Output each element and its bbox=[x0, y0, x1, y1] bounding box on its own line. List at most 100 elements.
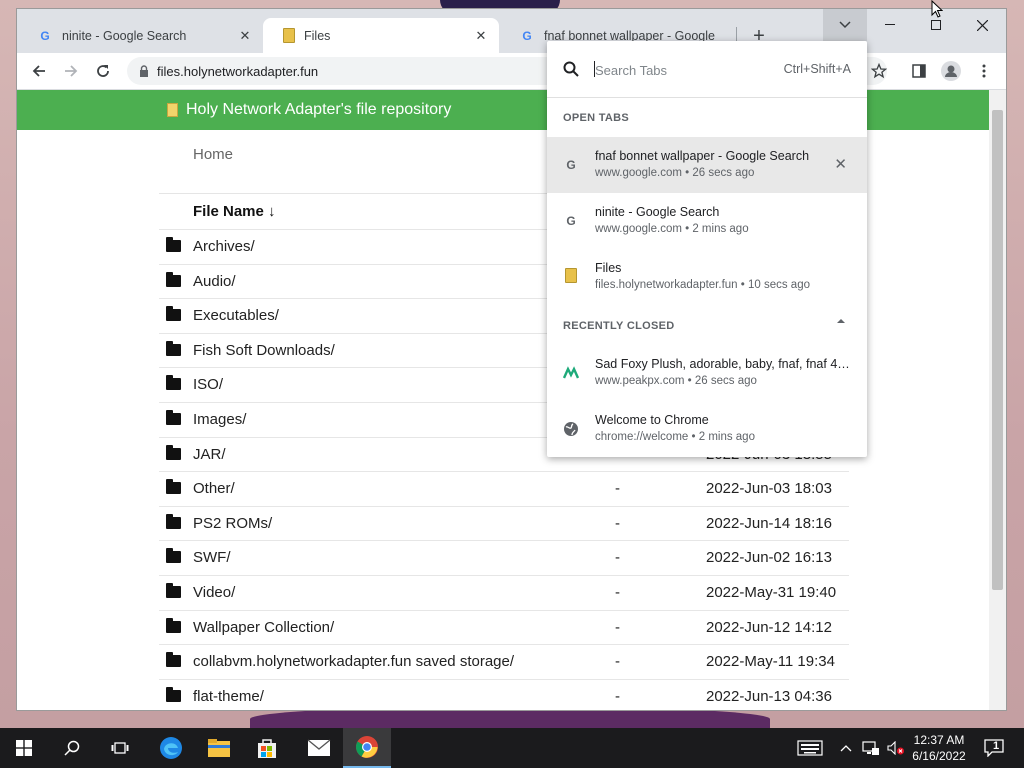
avatar-icon bbox=[941, 61, 961, 81]
menu-button[interactable] bbox=[972, 59, 996, 83]
task-view-icon bbox=[111, 742, 129, 754]
google-icon: G bbox=[566, 214, 576, 228]
side-panel-button[interactable] bbox=[907, 59, 931, 83]
reload-icon bbox=[97, 65, 109, 77]
reload-button[interactable] bbox=[91, 59, 115, 83]
folder-icon bbox=[166, 271, 181, 287]
folder-icon bbox=[166, 444, 181, 460]
breadcrumb-home[interactable]: Home bbox=[193, 146, 233, 163]
store-taskbar-icon[interactable] bbox=[243, 728, 291, 768]
open-tab-item[interactable]: G ninite - Google Search www.google.com … bbox=[547, 193, 867, 249]
file-name-link[interactable]: JAR/ bbox=[193, 446, 226, 463]
network-tray-button[interactable] bbox=[859, 728, 883, 768]
file-row[interactable]: Video/ - 2022-May-31 19:40 bbox=[159, 574, 849, 610]
folder-icon bbox=[166, 686, 181, 702]
minimize-button[interactable] bbox=[867, 9, 913, 41]
file-row[interactable]: PS2 ROMs/ - 2022-Jun-14 18:16 bbox=[159, 505, 849, 541]
taskbar-clock[interactable]: 12:37 AM 6/16/2022 bbox=[908, 732, 970, 764]
folder-icon bbox=[283, 28, 295, 43]
profile-button[interactable] bbox=[939, 59, 963, 83]
file-date: 2022-Jun-03 18:03 bbox=[706, 480, 832, 498]
file-name-link[interactable]: Audio/ bbox=[193, 273, 236, 290]
forward-arrow-icon bbox=[65, 65, 78, 77]
keyboard-tray-button[interactable] bbox=[788, 728, 832, 768]
tab-search-button[interactable] bbox=[823, 9, 867, 41]
file-size: - bbox=[615, 653, 620, 671]
open-tab-title: fnaf bonnet wallpaper - Google Search bbox=[595, 149, 810, 163]
close-tab-icon[interactable]: ✕ bbox=[834, 155, 847, 173]
notifications-button[interactable]: 1 bbox=[976, 728, 1012, 768]
file-name-link[interactable]: Images/ bbox=[193, 411, 246, 428]
file-explorer-taskbar-icon[interactable] bbox=[195, 728, 243, 768]
closed-tab-title: Sad Foxy Plush, adorable, baby, fnaf, fn… bbox=[595, 357, 851, 371]
google-icon: G bbox=[566, 158, 576, 172]
file-name-link[interactable]: SWF/ bbox=[193, 549, 231, 566]
site-title: Holy Network Adapter's file repository bbox=[186, 101, 452, 118]
lock-icon[interactable] bbox=[139, 65, 149, 77]
file-name-link[interactable]: collabvm.holynetworkadapter.fun saved st… bbox=[193, 653, 514, 670]
back-button[interactable] bbox=[27, 59, 51, 83]
clock-date: 6/16/2022 bbox=[912, 749, 966, 763]
folder-icon bbox=[166, 409, 181, 425]
file-name-link[interactable]: Wallpaper Collection/ bbox=[193, 619, 334, 636]
recently-closed-item[interactable]: Sad Foxy Plush, adorable, baby, fnaf, fn… bbox=[547, 345, 867, 401]
file-name-link[interactable]: Fish Soft Downloads/ bbox=[193, 342, 335, 359]
search-button[interactable] bbox=[48, 728, 96, 768]
folder-icon bbox=[166, 375, 181, 391]
file-name-link[interactable]: ISO/ bbox=[193, 376, 223, 393]
file-date: 2022-Jun-14 18:16 bbox=[706, 514, 832, 532]
show-hidden-icons-button[interactable] bbox=[834, 728, 858, 768]
bookmark-star-button[interactable] bbox=[867, 59, 891, 83]
tab-search-input[interactable] bbox=[595, 60, 775, 80]
file-name-link[interactable]: Executables/ bbox=[193, 307, 279, 324]
chrome-taskbar-icon[interactable] bbox=[343, 728, 391, 768]
recently-closed-item[interactable]: Welcome to Chrome chrome://welcome • 2 m… bbox=[547, 401, 867, 457]
folder-icon bbox=[166, 617, 181, 633]
chrome-window: G ninite - Google Search ✕ Files ✕ G fna… bbox=[17, 9, 1006, 710]
volume-tray-button[interactable] bbox=[884, 728, 908, 768]
file-name-link[interactable]: Video/ bbox=[193, 584, 235, 601]
task-view-button[interactable] bbox=[96, 728, 144, 768]
open-tab-subtitle: www.google.com • 26 secs ago bbox=[595, 167, 755, 179]
clock-time: 12:37 AM bbox=[913, 733, 965, 747]
open-tab-item[interactable]: G fnaf bonnet wallpaper - Google Search … bbox=[547, 137, 867, 193]
file-size: - bbox=[615, 618, 620, 636]
scrollbar-thumb[interactable] bbox=[992, 110, 1003, 590]
google-icon: G bbox=[522, 28, 532, 43]
page-scrollbar[interactable] bbox=[989, 90, 1006, 710]
mail-taskbar-icon[interactable] bbox=[295, 728, 343, 768]
edge-taskbar-icon[interactable] bbox=[147, 728, 195, 768]
closed-tab-subtitle: www.peakpx.com • 26 secs ago bbox=[595, 375, 757, 387]
file-row[interactable]: SWF/ - 2022-Jun-02 16:13 bbox=[159, 540, 849, 575]
file-row[interactable]: Wallpaper Collection/ - 2022-Jun-12 14:12 bbox=[159, 609, 849, 645]
close-icon[interactable]: ✕ bbox=[473, 28, 489, 44]
taskbar: 12:37 AM 6/16/2022 1 bbox=[0, 728, 1024, 768]
open-tabs-heading: OPEN TABS bbox=[563, 112, 630, 124]
forward-button[interactable] bbox=[59, 59, 83, 83]
maximize-icon bbox=[931, 20, 941, 30]
tab-ninite[interactable]: G ninite - Google Search ✕ bbox=[17, 18, 263, 53]
column-header-file-name[interactable]: File Name ↓ bbox=[193, 203, 276, 220]
collapse-section-icon[interactable] bbox=[837, 319, 845, 323]
tab-search-header: Ctrl+Shift+A bbox=[547, 41, 867, 98]
start-button[interactable] bbox=[0, 728, 48, 768]
tab-files[interactable]: Files ✕ bbox=[263, 18, 499, 53]
minimize-icon bbox=[885, 24, 895, 25]
open-tab-subtitle: www.google.com • 2 mins ago bbox=[595, 223, 749, 235]
file-row[interactable]: Other/ - 2022-Jun-03 18:03 bbox=[159, 471, 849, 506]
close-window-button[interactable] bbox=[959, 9, 1005, 41]
file-name-link[interactable]: Archives/ bbox=[193, 238, 255, 255]
file-size: - bbox=[615, 480, 620, 498]
file-name-link[interactable]: Other/ bbox=[193, 480, 235, 497]
google-icon: G bbox=[40, 28, 50, 43]
file-row[interactable]: collabvm.holynetworkadapter.fun saved st… bbox=[159, 644, 849, 679]
file-name-link[interactable]: flat-theme/ bbox=[193, 688, 264, 705]
file-size: - bbox=[615, 549, 620, 567]
close-icon[interactable]: ✕ bbox=[237, 28, 253, 44]
file-row[interactable]: flat-theme/ - 2022-Jun-13 04:36 bbox=[159, 678, 849, 710]
back-arrow-icon bbox=[32, 65, 45, 77]
mouse-cursor-icon bbox=[931, 0, 943, 18]
open-tab-item[interactable]: Files files.holynetworkadapter.fun • 10 … bbox=[547, 249, 867, 305]
volume-muted-icon bbox=[887, 741, 904, 755]
file-name-link[interactable]: PS2 ROMs/ bbox=[193, 515, 272, 532]
